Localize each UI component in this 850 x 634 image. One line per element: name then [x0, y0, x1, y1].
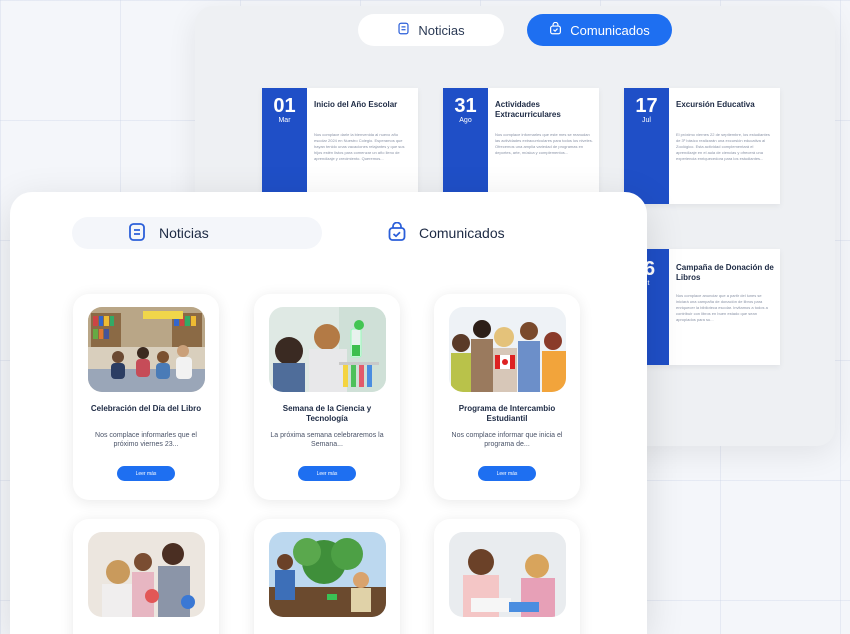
comunicado-card[interactable]: 01 Mar Inicio del Año Escolar Nos compla…	[262, 88, 418, 204]
comunicado-text: Nos complace anunciar que a partir del l…	[676, 293, 768, 322]
back-tab-bar: Noticias Comunicados	[195, 14, 835, 54]
news-card[interactable]: Semana de la Ciencia y Tecnología La pró…	[254, 294, 400, 500]
news-image-planting	[269, 532, 386, 617]
comunicado-text: El próximo viernes 22 de septiembre, los…	[676, 132, 770, 161]
tab-label: Noticias	[418, 22, 465, 38]
tab-label: Comunicados	[419, 225, 505, 241]
document-icon	[127, 222, 147, 245]
announcement-icon	[549, 21, 562, 38]
news-title: Celebración del Día del Libro	[90, 404, 202, 413]
news-image-library	[88, 307, 205, 392]
date-month: Ago	[459, 117, 472, 124]
comunicado-text: Nos complace informarles que este mes se…	[495, 132, 593, 155]
comunicado-card[interactable]: 31 Ago Actividades Extracurriculares Nos…	[443, 88, 599, 204]
date-day: 17	[635, 95, 658, 117]
comunicado-title: Campaña de Donación de Libros	[676, 263, 774, 282]
news-image-science	[269, 307, 386, 392]
news-card[interactable]	[73, 519, 219, 634]
date-month: Mar	[278, 117, 291, 124]
tab-noticias-back[interactable]: Noticias	[358, 14, 504, 46]
date-block: 01 Mar	[262, 88, 307, 204]
comunicado-text: Nos complace darle la bienvenida al nuev…	[314, 132, 405, 161]
read-more-button[interactable]: Leer más	[478, 466, 536, 481]
comunicado-card[interactable]: 17 Jul Excursión Educativa El próximo vi…	[624, 88, 780, 204]
news-excerpt: La próxima semana celebraremos la Semana…	[270, 432, 384, 448]
comunicado-card[interactable]: 6 ct Campaña de Donación de Libros Nos c…	[624, 249, 780, 365]
date-month: Jul	[642, 117, 651, 124]
date-block: 17 Jul	[624, 88, 669, 204]
news-image-reading	[449, 532, 566, 617]
news-card[interactable]	[434, 519, 580, 634]
news-card[interactable]	[254, 519, 400, 634]
date-day: 01	[273, 95, 296, 117]
news-title: Programa de Intercambio Estudiantil	[458, 404, 556, 423]
news-excerpt: Nos complace informarles que el próximo …	[95, 432, 197, 448]
date-block: 31 Ago	[443, 88, 488, 204]
date-day: 31	[454, 95, 477, 117]
news-card[interactable]: Celebración del Día del Libro Nos compla…	[73, 294, 219, 500]
comunicado-title: Inicio del Año Escolar	[314, 100, 398, 109]
read-more-button[interactable]: Leer más	[117, 466, 175, 481]
news-card[interactable]: Programa de Intercambio Estudiantil Nos …	[434, 294, 580, 500]
tab-comunicados-back[interactable]: Comunicados	[527, 14, 672, 46]
announcement-icon	[387, 221, 407, 245]
tab-label: Comunicados	[570, 22, 650, 38]
news-image-teacher-kids	[88, 532, 205, 617]
read-more-button[interactable]: Leer más	[298, 466, 356, 481]
comunicado-title: Excursión Educativa	[676, 100, 755, 109]
noticias-panel: Noticias Comunicados Celebración del Día…	[10, 192, 647, 634]
document-icon	[397, 22, 410, 38]
comunicado-title: Actividades Extracurriculares	[495, 100, 561, 119]
tab-label: Noticias	[159, 225, 209, 241]
tab-comunicados[interactable]: Comunicados	[383, 217, 543, 249]
news-image-exchange	[449, 307, 566, 392]
news-excerpt: Nos complace informar que inicia el prog…	[451, 432, 563, 448]
news-title: Semana de la Ciencia y Tecnología	[282, 404, 372, 423]
tab-noticias[interactable]: Noticias	[72, 217, 322, 249]
